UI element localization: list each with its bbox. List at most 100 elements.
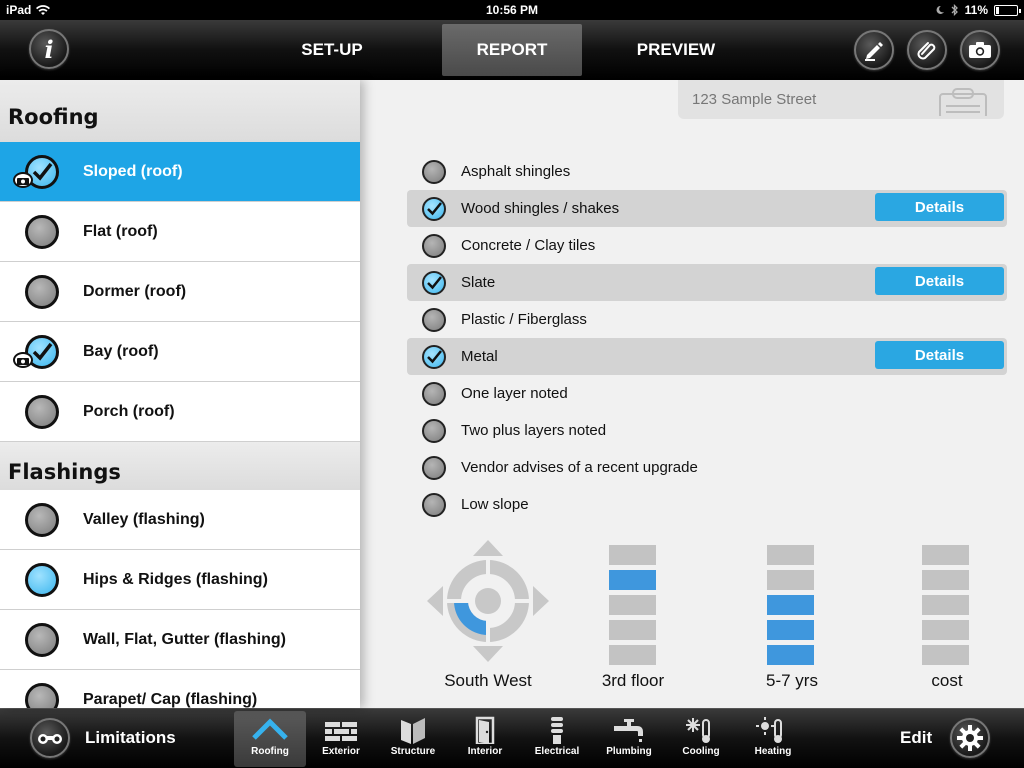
- checked-toggle[interactable]: [422, 345, 446, 369]
- cost-gauge[interactable]: [922, 545, 969, 670]
- tab-plumbing[interactable]: Plumbing: [593, 711, 665, 767]
- gauge-segment: [609, 645, 656, 665]
- top-toolbar: i SET-UP REPORT PREVIEW: [0, 20, 1024, 80]
- info-icon: i: [44, 34, 54, 64]
- details-button[interactable]: Details: [875, 193, 1004, 221]
- info-button[interactable]: i: [29, 29, 69, 69]
- tab-cooling[interactable]: Cooling: [665, 711, 737, 767]
- gauge-segment: [922, 645, 969, 665]
- tab-setup[interactable]: SET-UP: [282, 24, 382, 76]
- unchecked-toggle[interactable]: [422, 456, 446, 480]
- age-gauge[interactable]: [767, 545, 814, 670]
- tab-structure[interactable]: Structure: [377, 711, 449, 767]
- unchecked-toggle[interactable]: [25, 503, 59, 537]
- tab-exterior[interactable]: Exterior: [305, 711, 377, 767]
- list-item-valley-flashing[interactable]: Valley (flashing): [0, 490, 360, 550]
- floor-gauge[interactable]: [609, 545, 656, 670]
- tab-report[interactable]: REPORT: [442, 24, 582, 76]
- details-button[interactable]: Details: [875, 267, 1004, 295]
- gauge-segment: [767, 595, 814, 615]
- checked-toggle[interactable]: [422, 197, 446, 221]
- tab-roofing[interactable]: Roofing: [234, 711, 306, 767]
- settings-button[interactable]: [950, 718, 990, 758]
- unchecked-toggle[interactable]: [25, 275, 59, 309]
- gauge-segment: [922, 570, 969, 590]
- pencil-button[interactable]: [854, 30, 894, 70]
- option-label: Two plus layers noted: [461, 422, 607, 439]
- unchecked-toggle[interactable]: [422, 234, 446, 258]
- checkmark-icon: [427, 276, 442, 290]
- unchecked-toggle[interactable]: [422, 308, 446, 332]
- limitations-label[interactable]: Limitations: [85, 728, 176, 748]
- unchecked-toggle[interactable]: [422, 493, 446, 517]
- roof-icon: [252, 718, 288, 740]
- option-plastic-fiberglass[interactable]: Plastic / Fiberglass: [407, 301, 1007, 338]
- snowflake-thermometer-icon: [686, 718, 710, 743]
- checked-toggle[interactable]: [422, 271, 446, 295]
- left-panel: Roofing Sloped (roof) Flat (roof) Dormer…: [0, 80, 360, 708]
- bottom-toolbar: Limitations Roofing Exterior Structure I…: [0, 708, 1024, 768]
- option-wood-shingles[interactable]: Wood shingles / shakes Details: [407, 190, 1007, 227]
- checkmark-icon: [427, 350, 442, 364]
- tab-preview[interactable]: PREVIEW: [616, 24, 736, 76]
- list-item-label: Wall, Flat, Gutter (flashing): [83, 630, 286, 648]
- paperclip-icon: [917, 42, 936, 60]
- option-low-slope[interactable]: Low slope: [407, 486, 1007, 523]
- structure-icon: [401, 718, 425, 744]
- list-item-dormer-roof[interactable]: Dormer (roof): [0, 262, 360, 322]
- option-two-plus-layers[interactable]: Two plus layers noted: [407, 412, 1007, 449]
- list-item-bay-roof[interactable]: Bay (roof): [0, 322, 360, 382]
- address-tab[interactable]: 123 Sample Street: [678, 80, 1004, 119]
- option-vendor-upgrade[interactable]: Vendor advises of a recent upgrade: [407, 449, 1007, 486]
- list-item-label: Hips & Ridges (flashing): [83, 570, 268, 588]
- section-flashings: Flashings: [0, 442, 360, 490]
- tab-interior[interactable]: Interior: [449, 711, 521, 767]
- edit-button[interactable]: Edit: [900, 728, 932, 748]
- tab-electrical[interactable]: Electrical: [521, 711, 593, 767]
- battery-icon: [994, 4, 1021, 16]
- list-item-parapet-cap-flashing[interactable]: Parapet/ Cap (flashing): [0, 670, 360, 708]
- list-item-wall-flat-gutter-flashing[interactable]: Wall, Flat, Gutter (flashing): [0, 610, 360, 670]
- attach-button[interactable]: [907, 30, 947, 70]
- gauge-segment: [767, 620, 814, 640]
- tab-heating[interactable]: Heating: [737, 711, 809, 767]
- unchecked-toggle[interactable]: [25, 215, 59, 249]
- list-item-hips-ridges-flashing[interactable]: Hips & Ridges (flashing): [0, 550, 360, 610]
- tab-label: Heating: [754, 746, 792, 757]
- unchecked-toggle[interactable]: [422, 419, 446, 443]
- camera-button[interactable]: [960, 30, 1000, 70]
- gauge-segment: [767, 570, 814, 590]
- gauge-segment: [609, 620, 656, 640]
- camera-icon: [13, 352, 33, 368]
- option-one-layer[interactable]: One layer noted: [407, 375, 1007, 412]
- arrow-up-icon: [473, 540, 503, 556]
- gauge-segment: [922, 620, 969, 640]
- list-item-porch-roof[interactable]: Porch (roof): [0, 382, 360, 442]
- option-asphalt-shingles[interactable]: Asphalt shingles: [407, 153, 1007, 190]
- moon-icon: [936, 5, 944, 14]
- option-label: Slate: [461, 274, 496, 291]
- bluetooth-icon: [951, 4, 958, 16]
- option-label: Concrete / Clay tiles: [461, 237, 596, 254]
- unchecked-toggle[interactable]: [25, 395, 59, 429]
- details-button[interactable]: Details: [875, 341, 1004, 369]
- option-concrete-clay-tiles[interactable]: Concrete / Clay tiles: [407, 227, 1007, 264]
- list-item-label: Porch (roof): [83, 402, 175, 420]
- direction-compass[interactable]: [425, 538, 551, 664]
- option-label: Wood shingles / shakes: [461, 200, 620, 217]
- option-metal[interactable]: Metal Details: [407, 338, 1007, 375]
- unchecked-toggle[interactable]: [25, 623, 59, 657]
- door-icon: [475, 716, 495, 744]
- unchecked-toggle[interactable]: [422, 160, 446, 184]
- list-item-flat-roof[interactable]: Flat (roof): [0, 202, 360, 262]
- list-item-sloped-roof[interactable]: Sloped (roof): [0, 142, 360, 202]
- option-label: Asphalt shingles: [461, 163, 571, 180]
- binoculars-icon: [38, 734, 62, 744]
- camera-icon: [969, 42, 991, 58]
- unchecked-toggle[interactable]: [25, 683, 59, 708]
- unchecked-toggle[interactable]: [422, 382, 446, 406]
- limitations-button[interactable]: [30, 718, 70, 758]
- option-slate[interactable]: Slate Details: [407, 264, 1007, 301]
- brick-icon: [325, 722, 357, 741]
- partial-toggle[interactable]: [25, 563, 59, 597]
